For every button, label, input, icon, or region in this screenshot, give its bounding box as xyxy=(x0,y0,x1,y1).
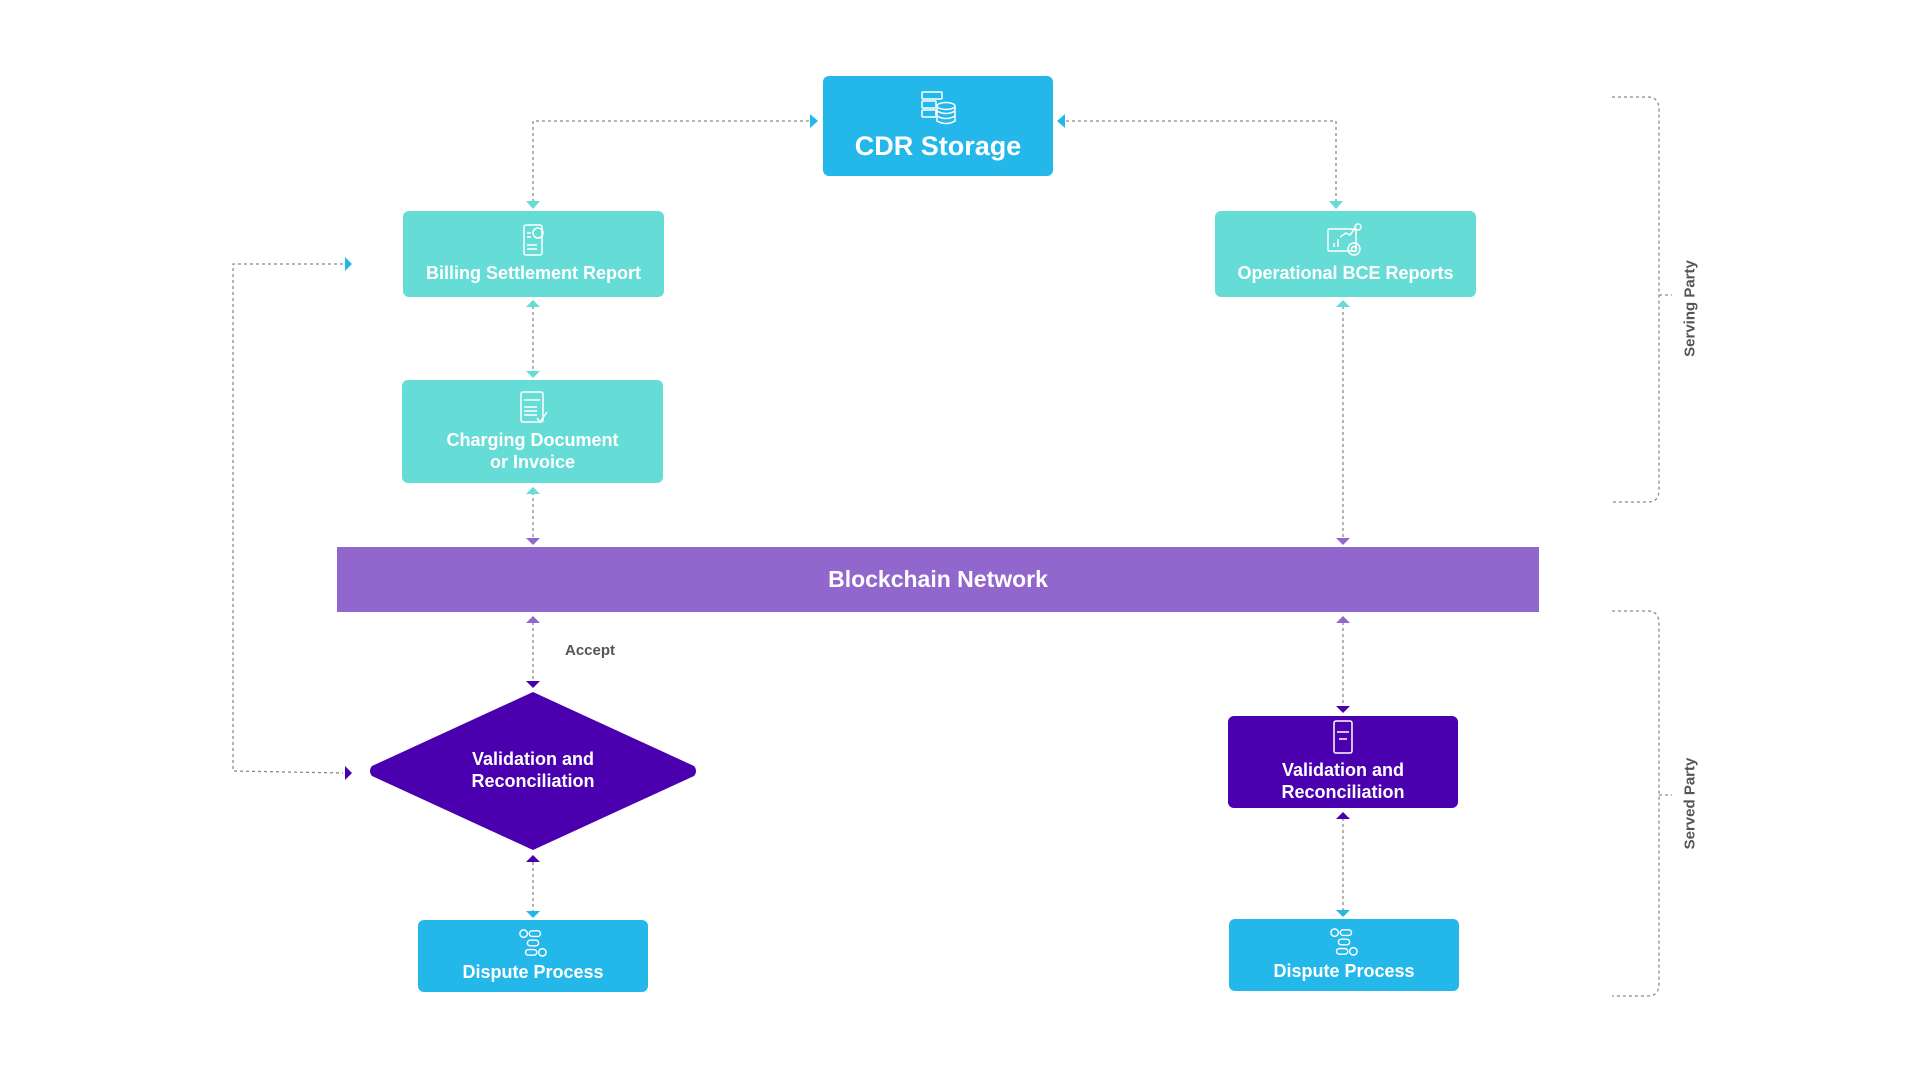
edge-cdr-operational xyxy=(1062,120,1337,208)
charging-document-node[interactable]: Charging Document or Invoice xyxy=(402,380,663,483)
invoice-icon xyxy=(519,391,548,424)
arrowhead xyxy=(526,487,540,494)
validation-left-node[interactable]: Validation and Reconciliation xyxy=(368,690,698,852)
arrowhead xyxy=(1336,812,1350,819)
arrowhead xyxy=(526,201,540,209)
served-party-bracket xyxy=(1612,610,1672,997)
arrowhead xyxy=(526,681,540,688)
arrowhead xyxy=(526,538,540,545)
arrowhead xyxy=(1336,616,1350,623)
blockchain-network-node[interactable]: Blockchain Network xyxy=(337,547,1539,612)
operational-bce-reports-label: Operational BCE Reports xyxy=(1237,263,1454,284)
arrowhead xyxy=(526,855,540,862)
arrowhead xyxy=(1336,300,1350,307)
billing-settlement-report-label: Billing Settlement Report xyxy=(425,263,641,284)
arrowhead xyxy=(345,766,352,780)
edge-cdr-billing xyxy=(532,120,812,208)
validation-right-label: Validation and Reconciliation xyxy=(1281,760,1405,802)
tablet-rating-icon xyxy=(378,690,398,724)
analytics-report-icon xyxy=(1326,223,1362,256)
accept-edge-label: Accept xyxy=(565,642,616,659)
edge-loop-validation-billing xyxy=(232,263,344,774)
arrowhead xyxy=(345,257,352,271)
dispute-process-right-node[interactable]: Dispute Process xyxy=(1229,919,1459,991)
arrowhead xyxy=(526,300,540,307)
arrowhead xyxy=(1336,706,1350,713)
cdr-storage-node[interactable]: CDR Storage xyxy=(823,76,1053,176)
billing-document-icon xyxy=(522,224,544,256)
cdr-storage-label: CDR Storage xyxy=(854,130,1022,161)
billing-settlement-report-node[interactable]: Billing Settlement Report xyxy=(403,211,664,297)
serving-party-bracket xyxy=(1612,96,1672,503)
operational-bce-reports-node[interactable]: Operational BCE Reports xyxy=(1215,211,1476,297)
blockchain-network-label: Blockchain Network xyxy=(828,566,1048,592)
validation-left-label: Validation and Reconciliation xyxy=(471,749,595,791)
dispute-process-right-label: Dispute Process xyxy=(1273,961,1415,982)
tablet-rating-icon xyxy=(1333,720,1353,755)
arrowhead xyxy=(526,616,540,623)
dispute-process-left-label: Dispute Process xyxy=(462,962,604,983)
arrowhead xyxy=(526,371,540,378)
arrowhead xyxy=(1336,538,1350,545)
arrowhead xyxy=(1057,114,1065,128)
arrowhead xyxy=(1329,201,1343,209)
arrowhead xyxy=(1336,910,1350,917)
served-party-label: Served Party xyxy=(1681,757,1699,850)
dispute-process-left-node[interactable]: Dispute Process xyxy=(418,920,648,992)
database-server-icon xyxy=(921,91,956,125)
serving-party-label: Serving Party xyxy=(1681,260,1699,357)
workflow-icon xyxy=(1330,928,1358,957)
validation-right-node[interactable]: Validation and Reconciliation xyxy=(1228,716,1458,808)
charging-document-label: Charging Document or Invoice xyxy=(446,429,619,472)
arrowhead xyxy=(526,911,540,918)
arrowhead xyxy=(810,114,818,128)
workflow-icon xyxy=(519,929,547,958)
